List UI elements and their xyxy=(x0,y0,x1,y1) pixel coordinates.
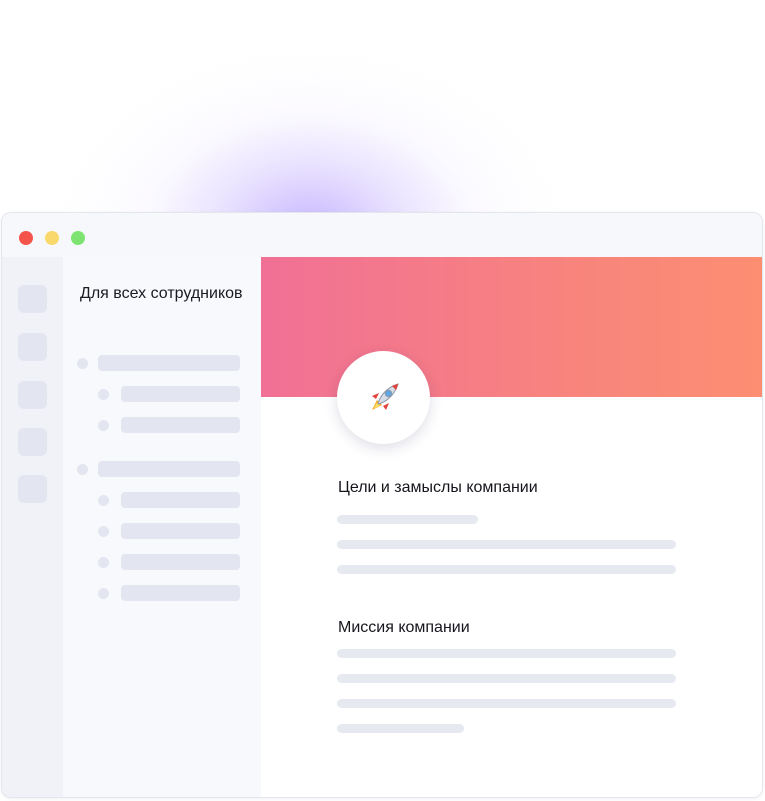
icon-rail xyxy=(2,257,63,797)
tree-bullet xyxy=(98,420,109,431)
rail-item[interactable] xyxy=(18,428,47,456)
tree-bullet xyxy=(77,358,88,369)
rocket-icon xyxy=(371,382,399,410)
sidebar-item[interactable] xyxy=(98,355,240,371)
rail-item[interactable] xyxy=(18,475,47,503)
tree-bullet xyxy=(98,557,109,568)
cover-banner xyxy=(261,257,762,397)
sidebar-subitem[interactable] xyxy=(121,585,240,601)
tree-bullet xyxy=(98,495,109,506)
app-window: Для всех сотрудников Цели и замыслы комп… xyxy=(1,212,763,798)
section-heading-goals: Цели и замыслы компании xyxy=(338,479,538,496)
rail-item[interactable] xyxy=(18,285,47,313)
sidebar-item[interactable] xyxy=(98,461,240,477)
page-content: Цели и замыслы компании Миссия компании xyxy=(261,257,762,797)
title-bar xyxy=(2,213,762,257)
sidebar-subitem[interactable] xyxy=(121,523,240,539)
tree-bullet xyxy=(98,526,109,537)
tree-bullet xyxy=(77,464,88,475)
rail-item[interactable] xyxy=(18,333,47,361)
sidebar-subitem[interactable] xyxy=(121,554,240,570)
text-placeholder xyxy=(337,515,478,524)
sidebar-subitem[interactable] xyxy=(121,386,240,402)
text-placeholder xyxy=(337,724,464,733)
tree-bullet xyxy=(98,389,109,400)
section-heading-mission: Миссия компании xyxy=(338,619,470,636)
tree-bullet xyxy=(98,588,109,599)
close-window-button[interactable] xyxy=(19,231,33,245)
sidebar-title: Для всех сотрудников xyxy=(80,285,243,302)
text-placeholder xyxy=(337,540,676,549)
text-placeholder xyxy=(337,565,676,574)
sidebar-subitem[interactable] xyxy=(121,492,240,508)
text-placeholder xyxy=(337,649,676,658)
maximize-window-button[interactable] xyxy=(71,231,85,245)
sidebar: Для всех сотрудников xyxy=(63,257,261,797)
text-placeholder xyxy=(337,674,676,683)
page-icon-badge[interactable] xyxy=(337,351,430,444)
minimize-window-button[interactable] xyxy=(45,231,59,245)
sidebar-subitem[interactable] xyxy=(121,417,240,433)
text-placeholder xyxy=(337,699,676,708)
rail-item[interactable] xyxy=(18,381,47,409)
